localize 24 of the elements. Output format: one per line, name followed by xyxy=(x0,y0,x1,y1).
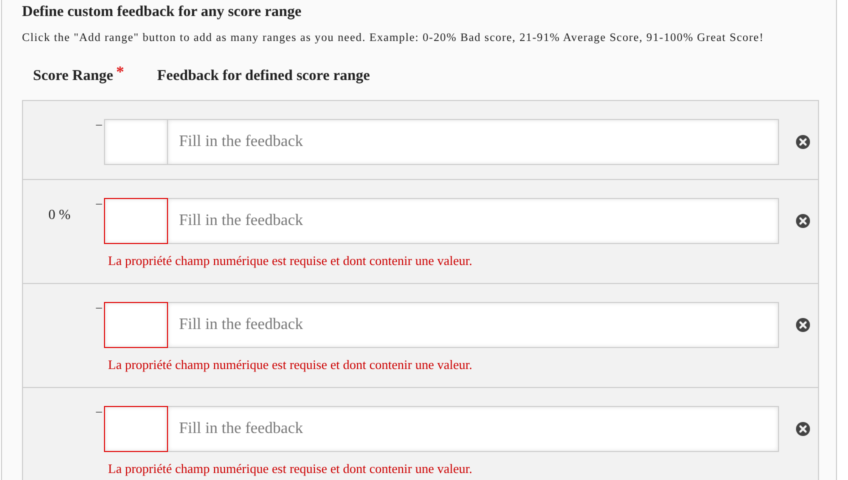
close-icon[interactable] xyxy=(796,135,810,149)
required-mark: * xyxy=(116,67,124,79)
score-input[interactable] xyxy=(104,406,168,452)
feedback-input[interactable]: Fill in the feedback xyxy=(168,119,779,165)
dash-label: – xyxy=(96,117,104,132)
error-message: La propriété champ numérique est requise et dont contenir une valeur. xyxy=(108,253,474,269)
error-message: La propriété champ numérique est requise et dont contenir une valeur. xyxy=(108,461,474,477)
feedback-input[interactable]: Fill in the feedback xyxy=(168,302,779,348)
close-icon[interactable] xyxy=(796,214,810,228)
description-text: Click the "Add range" button to add as many ranges as you need. Example: 0-20% Bad score, 21-91% Average Score, 91-100% Great Score! xyxy=(22,31,765,45)
feedback-input[interactable]: Fill in the feedback xyxy=(168,406,779,452)
section-title: Define custom feedback for any score range xyxy=(22,3,302,21)
score-input[interactable] xyxy=(104,302,168,348)
error-message: La propriété champ numérique est requise et dont contenir une valeur. xyxy=(108,357,474,373)
dash-label: – xyxy=(96,196,104,211)
feedback-input[interactable]: Fill in the feedback xyxy=(168,198,779,244)
dash-label: – xyxy=(96,404,104,419)
score-input[interactable] xyxy=(104,198,168,244)
range-start-label: 0 % xyxy=(48,208,71,223)
close-icon[interactable] xyxy=(796,318,810,332)
column-header: Score Range xyxy=(33,67,114,85)
column-header: Feedback for defined score range xyxy=(157,67,370,85)
close-icon[interactable] xyxy=(796,422,810,436)
dash-label: – xyxy=(96,300,104,315)
